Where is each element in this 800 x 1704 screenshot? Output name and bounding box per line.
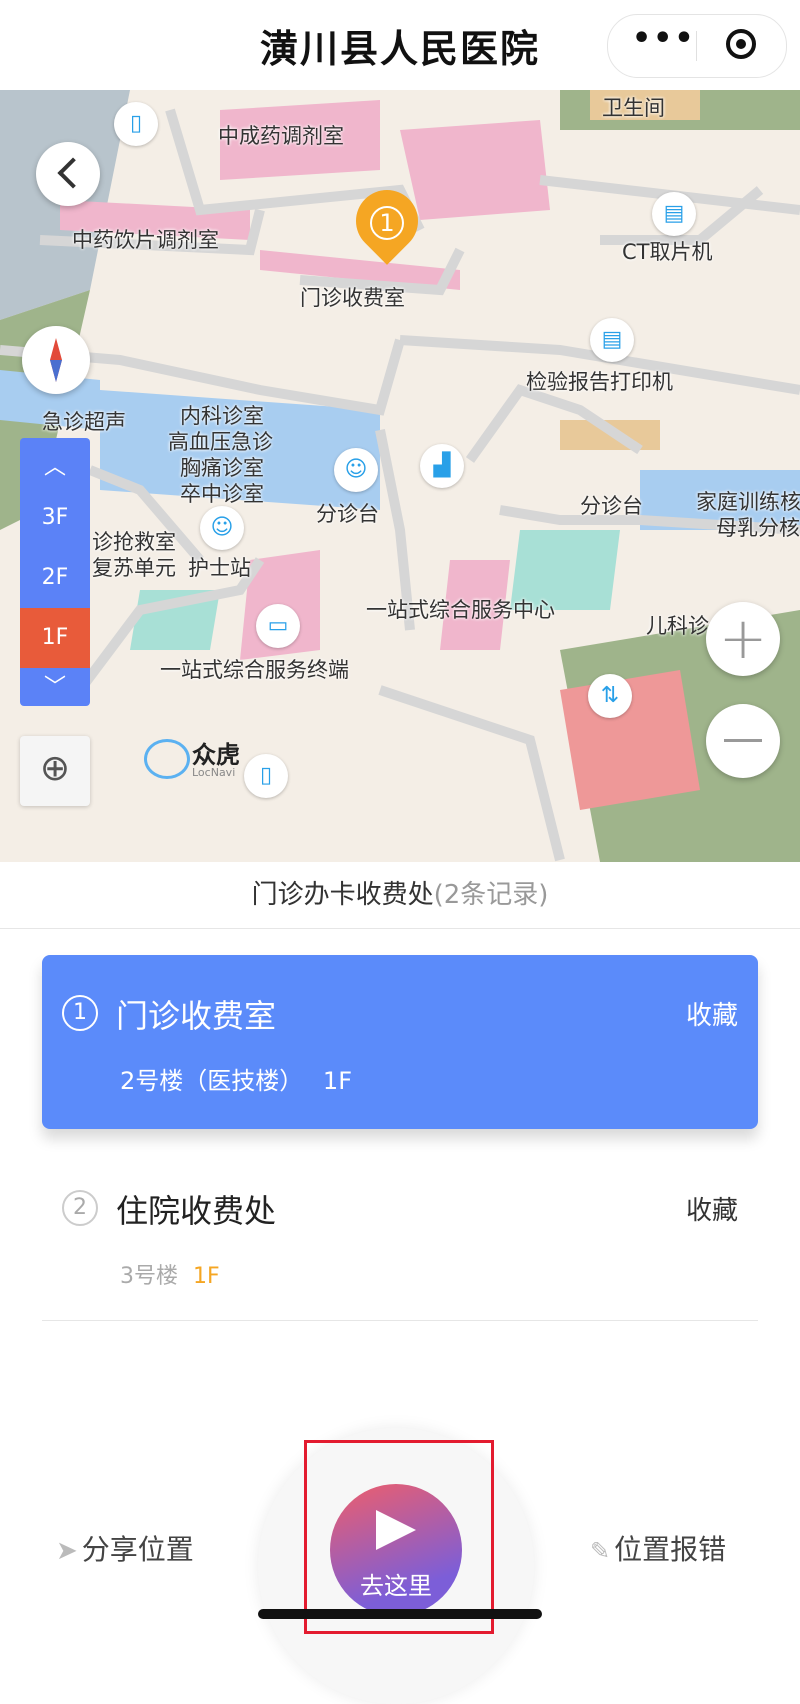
map-label: 卒中诊室 (180, 482, 264, 506)
indoor-map[interactable]: 卫生间 中成药调剂室 中药饮片调剂室 CT取片机 门诊收费室 检验报告打印机 急… (0, 90, 800, 862)
floor-down-chevron-icon[interactable]: ﹀ (20, 658, 90, 718)
results-title: 门诊办卡收费处 (251, 880, 434, 910)
map-label: 复苏单元 (92, 556, 176, 580)
favorite-button[interactable]: 收藏 (686, 995, 738, 1032)
map-label: 检验报告打印机 (526, 370, 673, 394)
map-label: 门诊收费室 (300, 286, 405, 310)
elevator-icon[interactable]: ⇅ (588, 674, 632, 718)
compass-needle (50, 338, 62, 382)
map-label: 一站式综合服务中心 (366, 598, 555, 622)
logo-name: 众虎 (192, 741, 240, 769)
stairs-icon[interactable]: ▟ (420, 444, 464, 488)
share-label: 分享位置 (81, 1533, 194, 1566)
item-building: 2号楼（医技楼） (120, 1067, 304, 1095)
item-number: 2 (62, 1190, 98, 1226)
item-floor: 1F (193, 1264, 220, 1289)
map-label: 中药饮片调剂室 (72, 228, 219, 252)
share-location-button[interactable]: ➤ 分享位置 (56, 1528, 194, 1568)
logo-icon (144, 739, 190, 779)
compass-icon[interactable] (22, 326, 90, 394)
result-item[interactable]: 2 住院收费处 收藏 3号楼 1F (42, 1150, 758, 1321)
map-label: 分诊台 (316, 502, 379, 526)
results-count: (2条记录) (433, 880, 549, 910)
item-location: 2号楼（医技楼） 1F (120, 1061, 352, 1096)
mini-program-capsule: ••• (607, 14, 787, 78)
close-target-icon[interactable] (726, 29, 756, 59)
edit-icon: ✎ (590, 1537, 611, 1565)
item-location: 3号楼 1F (120, 1258, 220, 1290)
locate-me-button[interactable] (20, 736, 90, 806)
kiosk-icon[interactable]: ▭ (256, 604, 300, 648)
capsule-divider (696, 31, 697, 61)
zoom-out-button[interactable] (706, 704, 780, 778)
item-name: 门诊收费室 (116, 997, 277, 1035)
map-label: 护士站 (188, 556, 251, 580)
item-floor: 1F (322, 1067, 352, 1095)
result-item-selected[interactable]: 1 门诊收费室 收藏 2号楼（医技楼） 1F (42, 955, 758, 1129)
restroom-icon[interactable]: ▯ (114, 102, 158, 146)
item-building: 3号楼 (120, 1264, 178, 1289)
favorite-button[interactable]: 收藏 (686, 1190, 738, 1227)
map-label: 卫生间 (602, 96, 665, 120)
highlight-box (304, 1440, 494, 1634)
item-name: 住院收费处 (116, 1192, 277, 1230)
map-label: 儿科诊 (646, 614, 709, 638)
results-header: 门诊办卡收费处(2条记录) (0, 862, 800, 929)
back-button[interactable] (36, 142, 100, 206)
report-error-button[interactable]: ✎ 位置报错 (590, 1528, 726, 1568)
item-number: 1 (62, 995, 98, 1031)
floor-option[interactable]: 3F (20, 488, 90, 548)
map-label: 分诊台 (580, 494, 643, 518)
nurse-icon[interactable]: ☺ (200, 506, 244, 550)
map-label: 一站式综合服务终端 (160, 658, 349, 682)
logo-sub: LocNavi (192, 766, 236, 779)
more-dots-icon[interactable]: ••• (632, 21, 696, 56)
map-logo: 众虎 LocNavi (144, 735, 240, 779)
send-icon: ➤ (56, 1536, 78, 1566)
pin-number: 1 (356, 206, 418, 240)
restroom-icon[interactable]: ▯ (244, 754, 288, 798)
map-label: CT取片机 (622, 240, 713, 264)
map-label: 急诊超声 (42, 410, 126, 434)
report-label: 位置报错 (614, 1533, 727, 1566)
printer-icon[interactable]: ▤ (590, 318, 634, 362)
home-indicator (258, 1609, 542, 1619)
zoom-in-button[interactable] (706, 602, 780, 676)
map-label: 中成药调剂室 (218, 124, 344, 148)
floor-option[interactable]: 2F (20, 548, 90, 608)
map-label: 母乳分核 (716, 516, 800, 540)
nurse-icon[interactable]: ☺ (334, 448, 378, 492)
floor-selector: ︿ 3F 2F 1F ﹀ (20, 438, 90, 706)
printer-icon[interactable]: ▤ (652, 192, 696, 236)
